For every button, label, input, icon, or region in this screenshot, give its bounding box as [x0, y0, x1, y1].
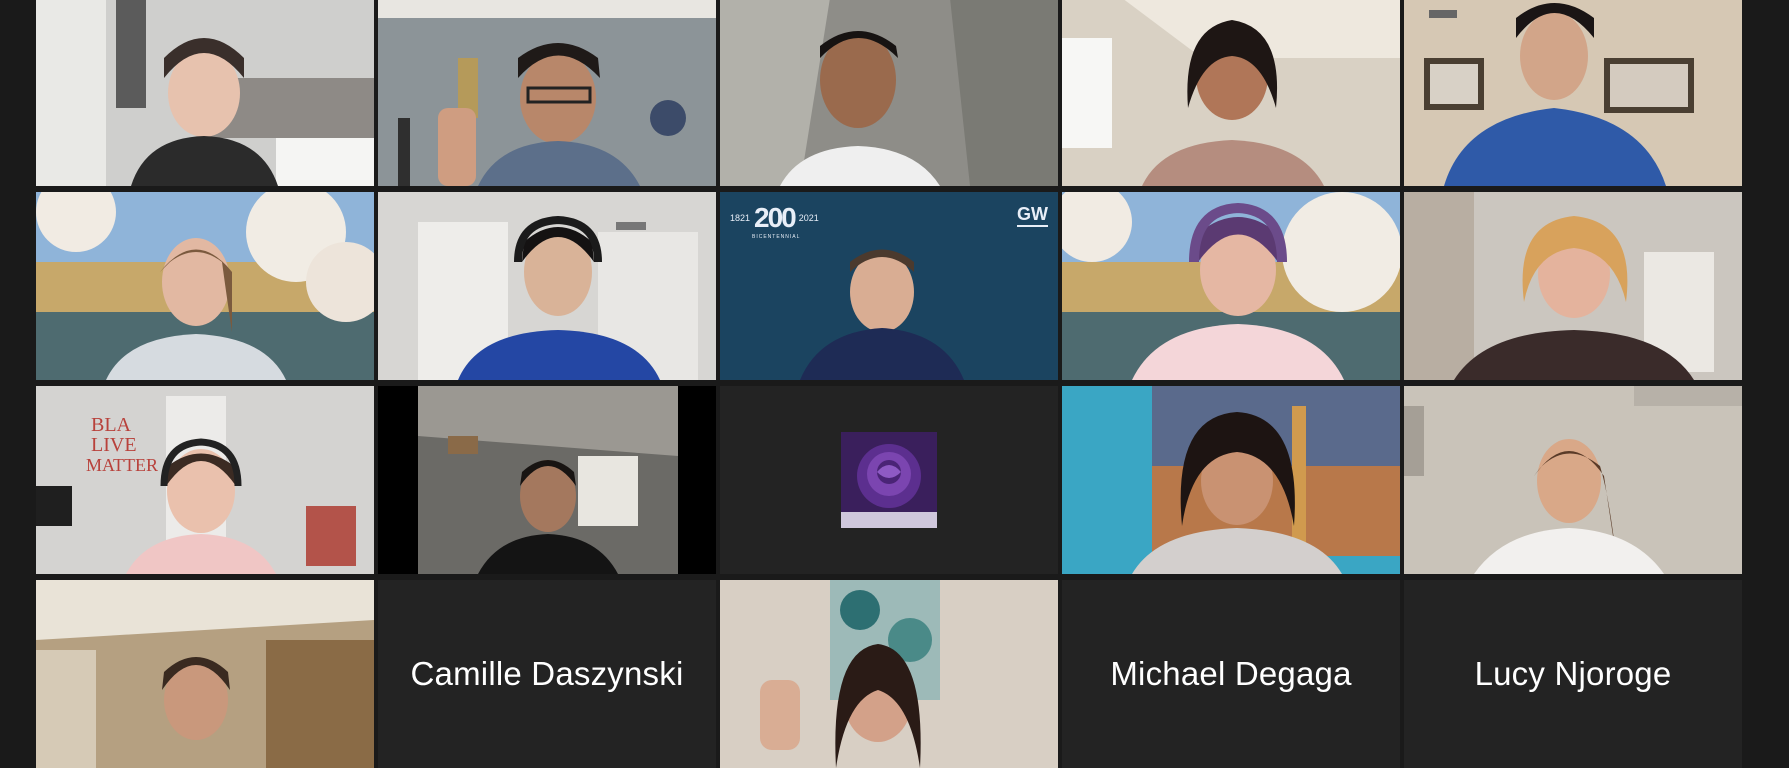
- participant-video: [1404, 386, 1742, 574]
- participant-video: [36, 192, 374, 380]
- participant-video: BLA LIVE MATTER: [36, 386, 374, 574]
- participant-video: [1062, 386, 1400, 574]
- participant-tile-7[interactable]: [378, 192, 716, 380]
- bicentennial-subtitle: BICENTENNIAL: [752, 234, 801, 240]
- year-start: 1821: [730, 213, 751, 223]
- participant-video: [720, 0, 1058, 186]
- participant-video: [378, 192, 716, 380]
- participant-tile-10[interactable]: [1404, 192, 1742, 380]
- participant-tile-3[interactable]: [720, 0, 1058, 186]
- participant-tile-15[interactable]: [1404, 386, 1742, 574]
- participant-tile-13[interactable]: [720, 386, 1058, 574]
- participant-video: [1062, 0, 1400, 186]
- participant-video: [1404, 192, 1742, 380]
- svg-text:BLA: BLA: [91, 414, 132, 436]
- participant-tile-1[interactable]: [36, 0, 374, 186]
- participant-video: [378, 386, 716, 574]
- participant-video: [1404, 0, 1742, 186]
- participant-tile-6-active-speaker[interactable]: [36, 192, 374, 380]
- participant-tile-8[interactable]: 1821 200 2021 BICENTENNIAL GW: [720, 192, 1058, 380]
- participant-tile-2[interactable]: [378, 0, 716, 186]
- bicentennial-logo: 1821 200 2021 BICENTENNIAL: [730, 202, 819, 240]
- svg-text:LIVE: LIVE: [91, 434, 137, 456]
- participant-tile-14[interactable]: [1062, 386, 1400, 574]
- participant-tile-12[interactable]: [378, 386, 716, 574]
- year-end: 2021: [798, 213, 819, 223]
- participant-video: [36, 0, 374, 186]
- participant-tile-5[interactable]: [1404, 0, 1742, 186]
- svg-text:MATTER: MATTER: [86, 455, 158, 475]
- bicentennial-mark: 200: [754, 202, 797, 233]
- gw-logo: GW: [1017, 204, 1048, 227]
- profile-picture: [841, 432, 937, 528]
- participant-video: [1062, 192, 1400, 380]
- participant-tile-9[interactable]: [1062, 192, 1400, 380]
- gallery-grid: 1821 200 2021 BICENTENNIAL GW BLA LIVE M…: [36, 0, 1744, 768]
- participant-tile-11[interactable]: BLA LIVE MATTER: [36, 386, 374, 574]
- participant-video: [378, 0, 716, 186]
- participant-tile-4[interactable]: [1062, 0, 1400, 186]
